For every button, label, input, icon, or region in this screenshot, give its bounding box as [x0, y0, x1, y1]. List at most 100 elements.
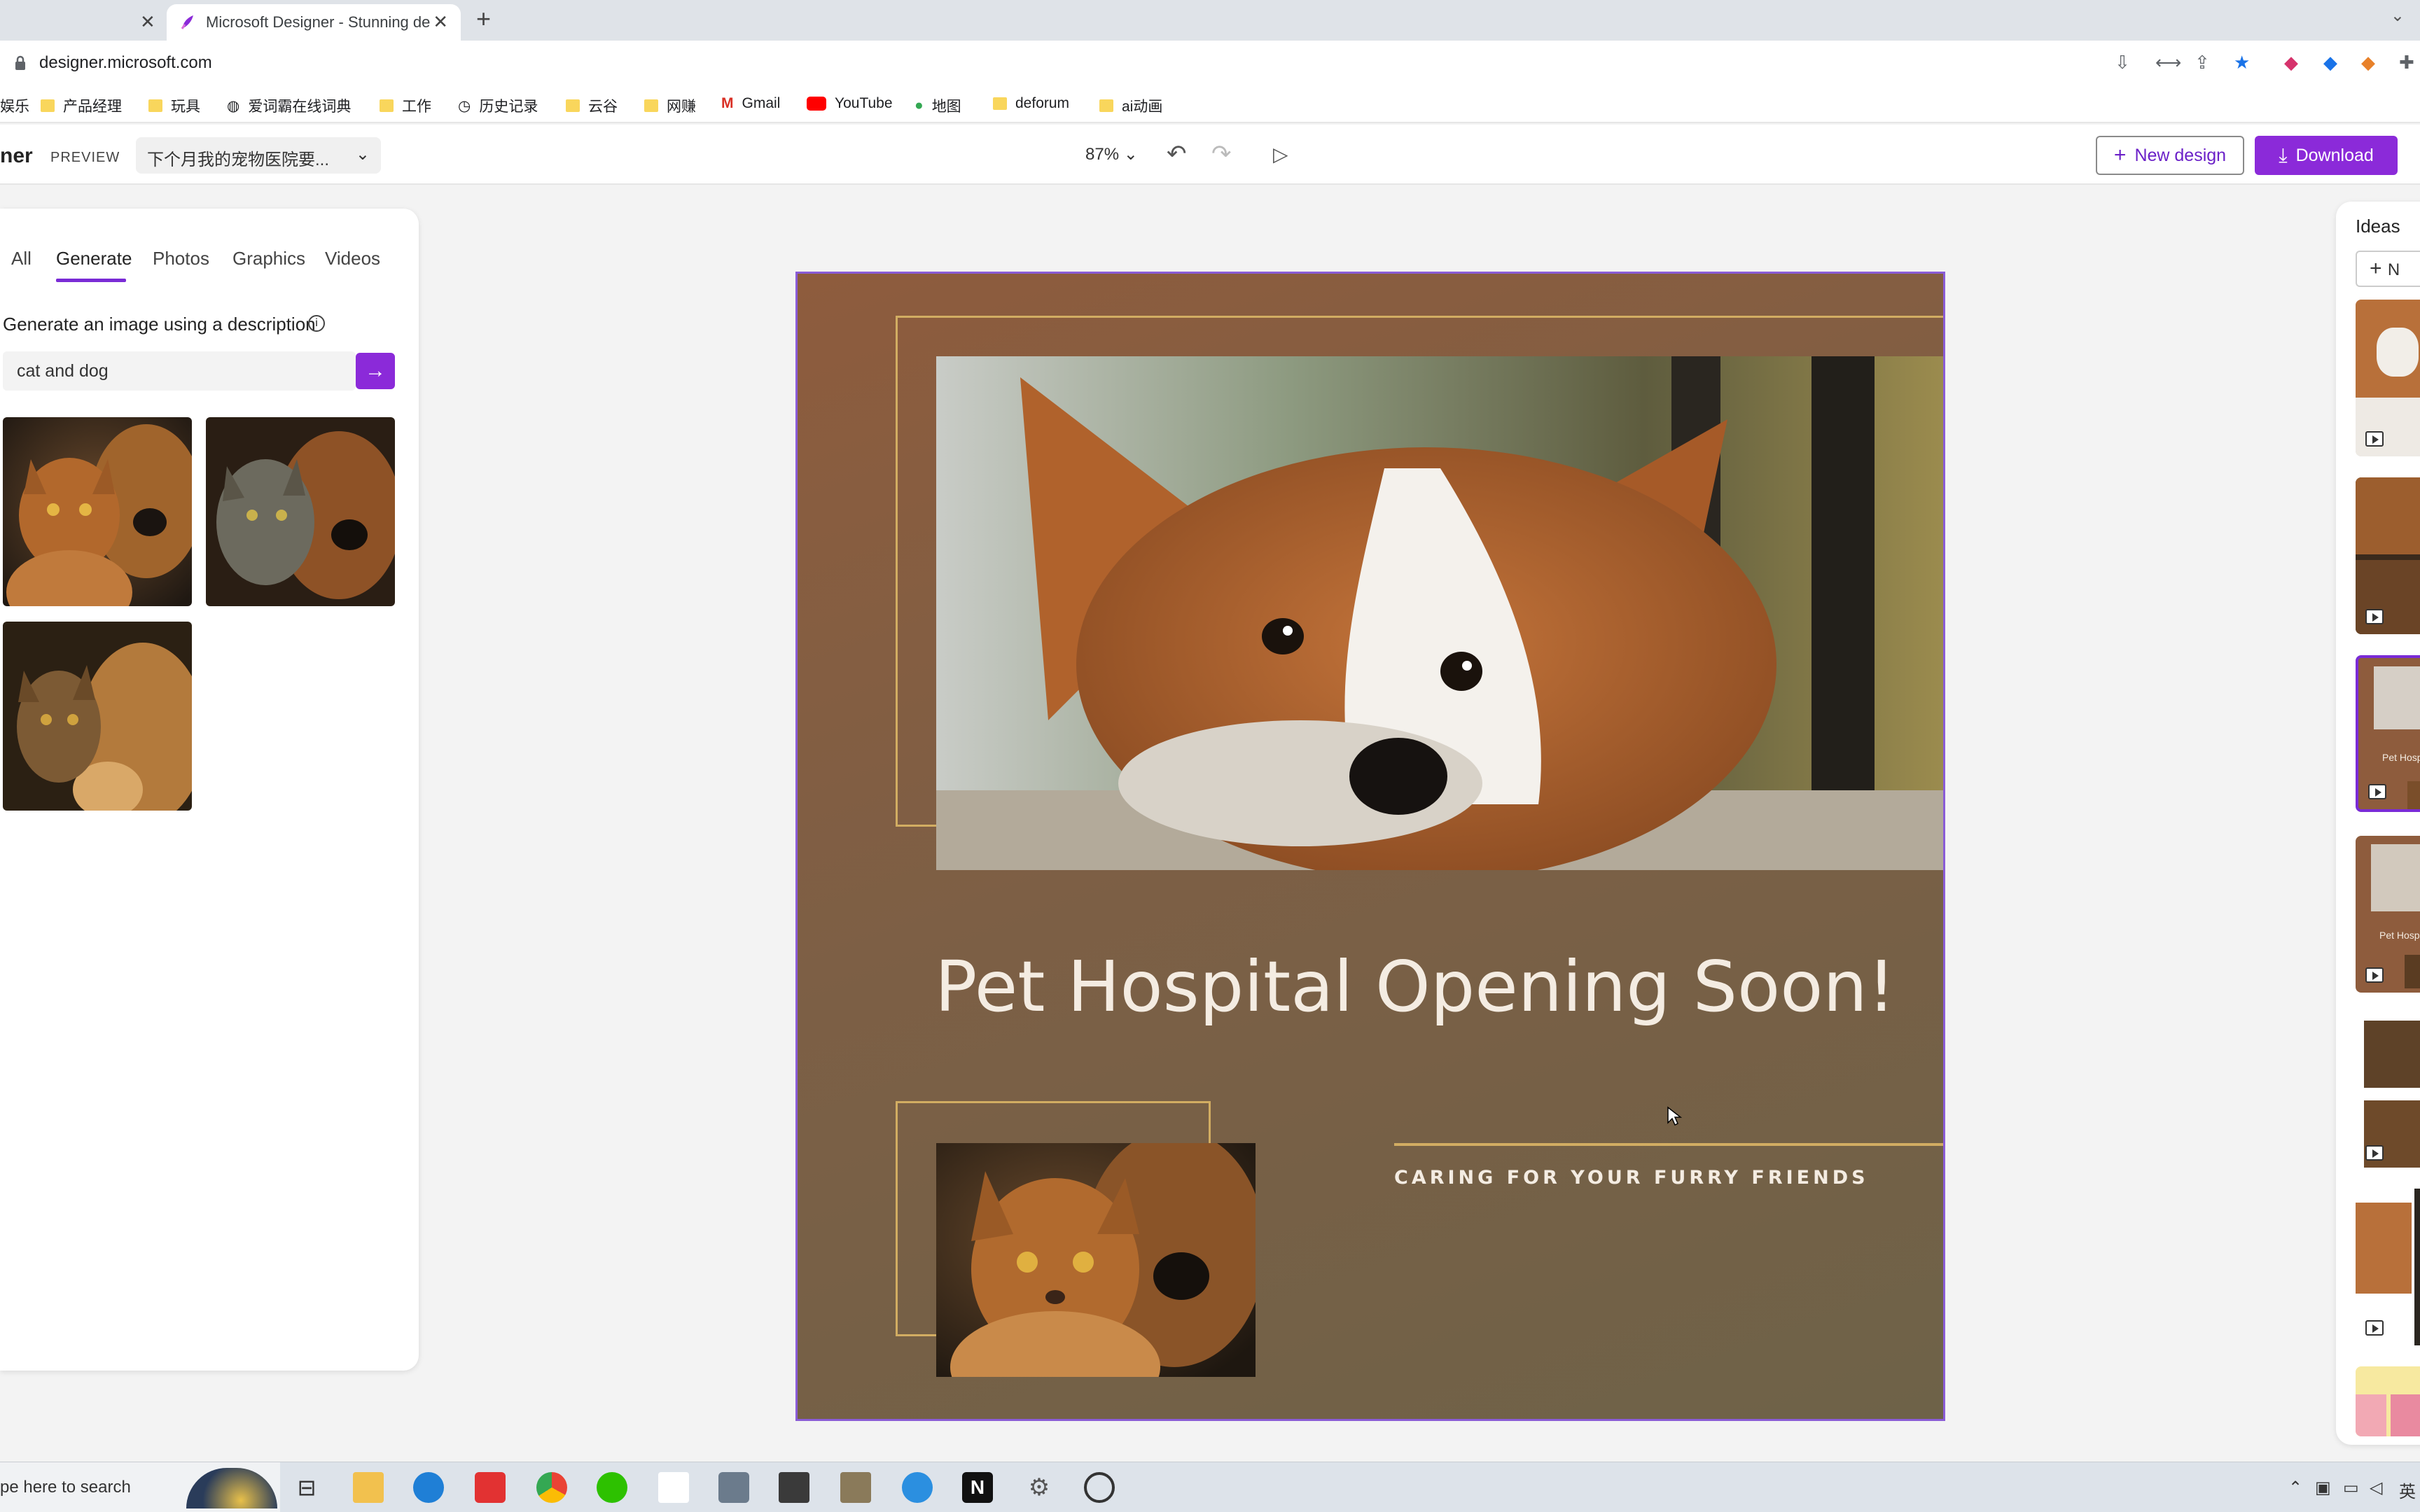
idea-thumbnail[interactable] [2356, 1014, 2420, 1170]
bookmark-folder[interactable]: 玩具 [148, 95, 200, 116]
bookmark-folder[interactable]: 网赚 [644, 95, 696, 116]
tab-search-chevron-icon[interactable]: ⌄ [2391, 6, 2405, 26]
bookmark-label: 工作 [402, 99, 431, 115]
app-icon[interactable] [902, 1472, 933, 1503]
zoom-dropdown[interactable]: 87% ⌄ [1085, 144, 1138, 164]
bookmark-item[interactable]: M Gmail [721, 95, 780, 112]
hero-dog-photo[interactable] [936, 356, 1943, 870]
browser-tab-inactive[interactable]: ✕ [0, 4, 165, 41]
app-launcher-icon[interactable] [413, 1472, 444, 1503]
terminal-icon[interactable] [779, 1472, 809, 1503]
idea-thumbnail[interactable] [2356, 300, 2420, 456]
notepad-icon[interactable] [658, 1472, 689, 1503]
extensions-puzzle-icon[interactable]: ✚ [2399, 52, 2414, 74]
generate-submit-button[interactable]: → [356, 353, 395, 389]
volume-icon[interactable]: ◁ [2370, 1478, 2382, 1498]
generated-image-thumbnail[interactable] [206, 417, 395, 606]
tab-all[interactable]: All [11, 248, 32, 270]
bookmark-item[interactable]: YouTube [807, 95, 893, 112]
bookmark-folder[interactable]: 工作 [380, 95, 431, 116]
tab-generate[interactable]: Generate [56, 248, 132, 270]
ideas-panel: Ideas + N Pet Hospi Pet Hospi [2336, 202, 2420, 1445]
bookmark-star-icon[interactable]: ★ [2234, 52, 2250, 74]
tray-overflow-chevron-icon[interactable]: ⌃ [2288, 1478, 2302, 1498]
tab-photos[interactable]: Photos [153, 248, 209, 270]
share-icon[interactable]: ⇪ [2195, 52, 2210, 74]
tray-app-icon[interactable]: ▣ [2315, 1478, 2331, 1498]
redo-icon[interactable]: ↷ [1211, 140, 1232, 168]
info-icon[interactable]: i [308, 315, 325, 332]
new-design-button[interactable]: + New design [2096, 136, 2244, 175]
idea-thumbnail[interactable] [2356, 1366, 2420, 1436]
youtube-icon [807, 97, 826, 111]
translate-icon[interactable]: ⟷ [2155, 52, 2181, 74]
idea-thumbnail[interactable] [2356, 477, 2420, 634]
settings-gear-icon[interactable]: ⚙ [1024, 1472, 1055, 1503]
bookmark-item[interactable]: 娱乐 [0, 95, 29, 116]
design-headline[interactable]: Pet Hospital Opening Soon! [935, 946, 1896, 1028]
chrome-icon[interactable] [536, 1472, 567, 1503]
corgi-dog-image [936, 356, 1943, 870]
app-icon[interactable] [718, 1472, 749, 1503]
app-icon[interactable] [840, 1472, 871, 1503]
bookmark-item[interactable]: ● 地图 [915, 95, 961, 116]
image-prompt-input[interactable] [3, 351, 356, 391]
bookmark-folder[interactable]: ai动画 [1099, 95, 1162, 116]
browser-tab-active[interactable]: Microsoft Designer - Stunning designs in… [167, 4, 461, 41]
network-icon[interactable]: ▭ [2343, 1478, 2359, 1498]
bookmark-folder[interactable]: deforum [993, 95, 1069, 112]
arrow-right-icon: → [365, 359, 386, 382]
chevron-down-icon: ⌄ [1123, 145, 1138, 164]
ideas-new-button[interactable]: + N [2356, 251, 2420, 287]
document-name-dropdown[interactable]: 下个月我的宠物医院要... ⌄ [136, 137, 381, 174]
idea-preview-image [2405, 955, 2420, 988]
bookmark-label: 地图 [931, 99, 961, 115]
lock-icon[interactable] [14, 55, 27, 71]
screen-recorder-icon[interactable] [1084, 1472, 1115, 1503]
design-canvas[interactable]: Pet Hospital Opening Soon! CARING FOR YO… [795, 272, 1945, 1421]
generated-image-thumbnail[interactable] [3, 417, 192, 606]
bookmark-label: 产品经理 [63, 99, 122, 115]
design-tagline[interactable]: CARING FOR YOUR FURRY FRIENDS [1394, 1167, 1869, 1189]
taskbar-search-box[interactable]: pe here to search [0, 1462, 280, 1512]
idea-preview-image [2374, 666, 2420, 729]
download-button[interactable]: ⤓ Download [2255, 136, 2398, 175]
close-tab-icon[interactable]: ✕ [140, 11, 155, 33]
idea-preview-image [2356, 477, 2420, 554]
ime-indicator[interactable]: 英 [2399, 1478, 2416, 1502]
cat-and-dog-image [3, 417, 192, 606]
file-explorer-icon[interactable] [353, 1472, 384, 1503]
task-view-icon[interactable]: ⊟ [291, 1472, 322, 1503]
bookmark-item[interactable]: ◍ 爱词霸在线词典 [227, 95, 351, 116]
notion-icon[interactable]: N [962, 1472, 993, 1503]
cat-dog-photo[interactable] [936, 1143, 1256, 1377]
youdao-dictionary-icon[interactable] [475, 1472, 506, 1503]
extension-icon[interactable]: ◆ [2323, 52, 2337, 74]
idea-thumbnail[interactable] [2356, 1189, 2420, 1345]
new-tab-plus-icon[interactable]: + [476, 4, 491, 34]
idea-thumbnail-selected[interactable]: Pet Hospi [2356, 655, 2420, 812]
bookmark-item[interactable]: ◷ 历史记录 [458, 95, 538, 116]
app-brand-name[interactable]: ner [0, 144, 33, 168]
metamask-extension-icon[interactable]: ◆ [2361, 52, 2375, 74]
download-icon: ⤓ [2279, 144, 2288, 166]
ideas-new-label: N [2387, 260, 2400, 279]
idea-thumbnail[interactable]: Pet Hospi [2356, 836, 2420, 993]
idea-preview-image [2377, 328, 2419, 377]
install-app-icon[interactable]: ⇩ [2115, 52, 2130, 74]
close-tab-icon[interactable]: ✕ [433, 11, 448, 33]
bookmark-label: 娱乐 [0, 99, 29, 115]
url-text[interactable]: designer.microsoft.com [39, 53, 212, 73]
video-badge-icon [2365, 1145, 2384, 1161]
undo-icon[interactable]: ↶ [1167, 140, 1187, 168]
bookmark-folder[interactable]: 产品经理 [41, 95, 122, 116]
bookmark-folder[interactable]: 云谷 [566, 95, 618, 116]
bookmarks-bar: 娱乐 产品经理 玩具 ◍ 爱词霸在线词典 工作 ◷ 历史记录 云谷 网赚 M Gmai… [0, 87, 2420, 123]
generated-image-thumbnail[interactable] [3, 622, 192, 811]
tab-videos[interactable]: Videos [325, 248, 380, 270]
play-preview-icon[interactable]: ▷ [1273, 143, 1288, 166]
wechat-icon[interactable] [597, 1472, 627, 1503]
tab-graphics[interactable]: Graphics [232, 248, 305, 270]
mouse-cursor-icon [1667, 1106, 1682, 1126]
extension-icon[interactable]: ◆ [2284, 52, 2298, 74]
